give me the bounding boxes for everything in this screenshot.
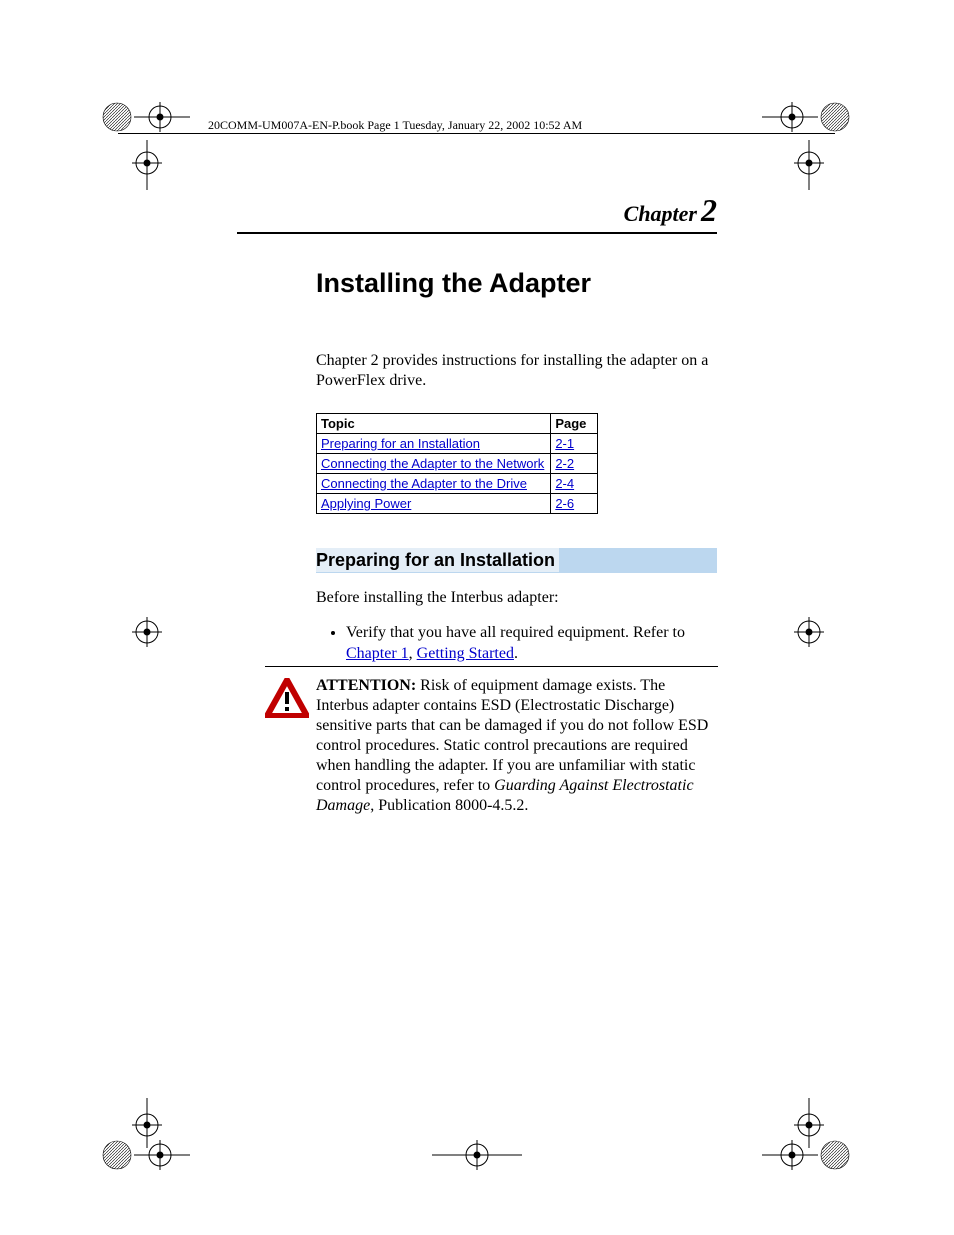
topic-table: Topic Page Preparing for an Installation…	[316, 413, 598, 514]
bullet-list: Verify that you have all required equipm…	[316, 623, 717, 665]
chapter-word: Chapter	[624, 201, 697, 226]
chapter-rule	[237, 232, 717, 234]
topic-link[interactable]: Preparing for an Installation	[321, 436, 480, 451]
bullet-text: ,	[409, 645, 417, 662]
crop-mark-icon	[432, 1138, 522, 1198]
chapter-number: 2	[701, 192, 717, 228]
page-link[interactable]: 2-2	[555, 456, 574, 471]
topic-link[interactable]: Connecting the Adapter to the Network	[321, 456, 544, 471]
page-link[interactable]: 2-6	[555, 496, 574, 511]
print-header-line: 20COMM-UM007A-EN-P.book Page 1 Tuesday, …	[208, 118, 582, 133]
topic-link[interactable]: Applying Power	[321, 496, 411, 511]
attention-body: , Publication 8000-4.5.2.	[370, 797, 528, 814]
getting-started-link[interactable]: Getting Started	[417, 645, 514, 662]
crop-mark-icon	[100, 614, 190, 674]
page-title: Installing the Adapter	[316, 268, 717, 299]
table-row: Connecting the Adapter to the Drive 2-4	[317, 474, 598, 494]
table-header-row: Topic Page	[317, 414, 598, 434]
page-link[interactable]: 2-1	[555, 436, 574, 451]
content-column: Installing the Adapter Chapter 2 provide…	[316, 268, 717, 671]
crop-mark-icon	[100, 140, 190, 200]
list-item: Verify that you have all required equipm…	[346, 623, 717, 665]
chapter-label: Chapter 2	[624, 192, 717, 229]
table-row: Preparing for an Installation 2-1	[317, 434, 598, 454]
section-heading: Preparing for an Installation	[316, 548, 717, 573]
attention-label: ATTENTION:	[316, 677, 416, 694]
crop-mark-icon	[762, 1138, 852, 1198]
bullet-text: Verify that you have all required equipm…	[346, 624, 685, 641]
crop-mark-icon	[792, 614, 882, 674]
topic-link[interactable]: Connecting the Adapter to the Drive	[321, 476, 527, 491]
chapter1-link[interactable]: Chapter 1	[346, 645, 409, 662]
table-row: Applying Power 2-6	[317, 494, 598, 514]
bullet-text: .	[514, 645, 518, 662]
section-lead: Before installing the Interbus adapter:	[316, 589, 717, 607]
crop-mark-icon	[100, 1138, 190, 1198]
section-heading-text: Preparing for an Installation	[316, 548, 559, 572]
print-header-rule	[118, 133, 835, 134]
attention-rule	[265, 666, 718, 667]
intro-paragraph: Chapter 2 provides instructions for inst…	[316, 351, 717, 391]
page-link[interactable]: 2-4	[555, 476, 574, 491]
table-header-topic: Topic	[317, 414, 551, 434]
table-header-page: Page	[551, 414, 598, 434]
table-row: Connecting the Adapter to the Network 2-…	[317, 454, 598, 474]
warning-triangle-icon	[265, 678, 309, 718]
attention-text: ATTENTION: Risk of equipment damage exis…	[316, 676, 717, 816]
crop-mark-icon	[792, 140, 882, 200]
